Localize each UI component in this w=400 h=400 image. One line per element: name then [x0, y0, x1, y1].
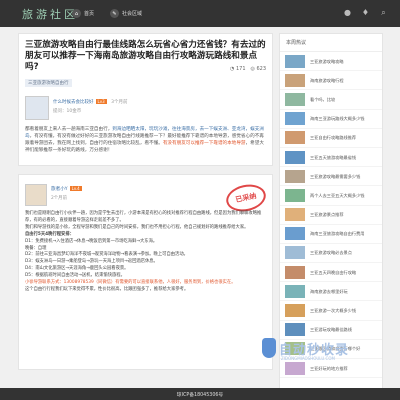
thumbnail-image: [285, 131, 305, 145]
sidebar-item[interactable]: 三亚五天旅游攻略最省钱: [280, 148, 382, 168]
asker-time: 3个月前: [111, 100, 128, 105]
sidebar-item-label: 海南旅游攻略行程: [310, 77, 344, 83]
main-column: 三亚旅游攻略自由行最佳线路怎么玩省心省力还省钱？有去过的朋友可以推荐一下海南岛旅…: [18, 33, 273, 370]
answer-card: 旅者小Y Lv.4 2个月前 已采纳 我们也是刚刚自由行小伙伴一趟，因为是学生去出…: [18, 174, 273, 370]
watermark-subtext: ZIDONGMIAOSHOULU.COM: [281, 356, 335, 361]
nav-community[interactable]: ✎ 社会区域: [110, 9, 142, 18]
bell-icon[interactable]: ♦: [361, 8, 370, 17]
answer-paragraph: 我们和导游找的是小徐，全程导游和我们是自己的时间安排，我们也不用担心行程，他自己…: [25, 224, 249, 230]
answer-time: 2个月前: [51, 196, 67, 201]
sidebar-item-label: 海南旅游去哪里好玩: [310, 288, 348, 294]
answer-paragraph: 小徐导游联系方式：13008978539（同微信）有需要的可以直接联系他，人很好…: [25, 280, 236, 286]
thumbnail-image: [285, 361, 305, 375]
avatar[interactable]: [25, 184, 47, 206]
sidebar-item-label: 三亚旅游攻略攻略: [310, 58, 344, 64]
watermark-logo-icon: [262, 338, 276, 358]
nav-home-label: 首页: [84, 11, 95, 17]
sidebar-item-label: 三亚旅游一次大概多少钱: [310, 308, 357, 314]
answer-paragraph: 自由行5天4晚行程安排：: [25, 231, 74, 237]
sidebar-item[interactable]: 三亚旅游景点推荐: [280, 206, 382, 225]
sidebar-item-label: 三亚旅游攻略必去景点: [310, 250, 352, 256]
watermark-text: 自动秒收录: [279, 342, 350, 358]
likes-count: ◎ 623: [250, 66, 267, 72]
thumbnail-image: [285, 265, 305, 279]
sidebar-item[interactable]: 三亚旅游攻略必去景点: [280, 244, 382, 264]
thumbnail-image: [285, 54, 305, 68]
sidebar-item[interactable]: 三亚旅游攻略最需要多少钱: [280, 167, 382, 187]
sidebar-list: 三亚旅游攻略攻略 海南旅游攻略行程 看个吗，比较海南三亚游玩路线大概多少钱 三亚自由行…: [280, 52, 382, 379]
sidebar-item[interactable]: 看个吗，比较: [280, 90, 382, 110]
answer-paragraph: D1：免费接机→入住酒店→休息→晚饭后到第一市场吃海鲜→大东海。: [25, 238, 158, 244]
thumbnail-image: [285, 304, 305, 318]
footer[interactable]: 琼ICP备18045306号: [0, 388, 400, 400]
sidebar-item[interactable]: 三亚自由行攻略路线推荐: [280, 129, 382, 148]
sidebar-item[interactable]: 三亚五天四晚自由行攻略: [280, 263, 382, 283]
top-navbar: 旅游社区 ⌂ 首页 ✎ 社会区域 ● ♦ ⌕: [0, 0, 400, 27]
sidebar-item-label: 海南三亚旅游攻略自由行费用: [310, 231, 365, 237]
nav-home[interactable]: ⌂ 首页: [72, 9, 94, 18]
thumbnail-image: [285, 169, 305, 183]
question-tag[interactable]: 三亚旅游攻略自由行: [25, 79, 72, 87]
sidebar-item-label: 三亚游玩攻略最佳路线: [310, 327, 352, 333]
sidebar-item-label: 三亚旅游攻略最需要多少钱: [310, 173, 361, 179]
thumbnail-image: [285, 112, 305, 126]
answer-paragraph: 这个自由行行程我们玩下来觉得不累，性价比很高，比跟团强多了，推荐给大家参考。: [25, 286, 189, 292]
asker-info: 什么时候去会比较好 Lv3 3个月前 提问：10金币: [25, 95, 266, 121]
thumbnail-image: [285, 150, 305, 164]
sidebar-item-label: 三亚自由行攻略路线推荐: [310, 135, 357, 141]
sidebar-item[interactable]: 海南旅游去哪里好玩: [280, 282, 382, 302]
views-count: ◔ 171: [230, 66, 246, 72]
asker-name[interactable]: 什么时候去会比较好 Lv3 3个月前: [53, 99, 127, 105]
search-icon[interactable]: ⌕: [379, 8, 388, 17]
sidebar-item-label: 两个人去三亚五天大概多少钱: [310, 192, 365, 198]
avatar[interactable]: [25, 96, 49, 120]
answer-body: 我们也是刚刚自由行小伙伴一趟，因为是学生去出行，小游本来是有担心的找对推荐行程自…: [25, 211, 268, 294]
thumbnail-image: [285, 227, 305, 241]
question-card: 三亚旅游攻略自由行最佳线路怎么玩省心省力还省钱？有去过的朋友可以推荐一下海南岛旅…: [18, 33, 273, 166]
level-badge: Lv3: [95, 99, 107, 104]
sidebar-item[interactable]: 三亚旅游攻略攻略: [280, 52, 382, 72]
answer-paragraph: 我们也是刚刚自由行小伙伴一趟，因为是学生去出行，小游本来是有担心的找对推荐行程自…: [25, 211, 262, 223]
sidebar-title: 本周热议: [280, 34, 382, 52]
site-logo[interactable]: 旅游社区: [22, 6, 78, 22]
sidebar-item-label: 海南三亚游玩路线大概多少钱: [310, 116, 365, 122]
asker-reward: 提问：10金币: [53, 109, 82, 114]
comment-icon: ✎: [110, 9, 119, 18]
thumbnail-image: [285, 92, 305, 106]
sidebar-item-label: 三亚旅游景点推荐: [310, 212, 344, 218]
thumbnail-image: [285, 284, 305, 298]
sidebar-item-label: 三亚五天旅游攻略最省钱: [310, 154, 357, 160]
sidebar-item-label: 三亚好玩的地方推荐: [310, 365, 348, 371]
user-icon[interactable]: ●: [343, 8, 352, 17]
nav-community-label: 社会区域: [122, 11, 143, 17]
question-meta: ◔ 171 ◎ 623: [230, 66, 266, 72]
home-icon: ⌂: [72, 9, 81, 18]
sidebar-item[interactable]: 海南三亚旅游攻略自由行费用: [280, 225, 382, 244]
sidebar-item-label: 看个吗，比较: [310, 96, 336, 102]
thumbnail-image: [285, 208, 305, 222]
thumbnail-image: [285, 188, 305, 202]
thumbnail-image: [285, 246, 305, 260]
answer-user[interactable]: 旅者小Y Lv.4: [51, 186, 82, 192]
level-badge: Lv.4: [69, 186, 82, 191]
question-text: 都看着朋友上来人去一趟海南三亚自由行，到海边晒晒太阳，玩玩沙滩，往往海景房，去一…: [25, 127, 264, 153]
sidebar-item[interactable]: 海南三亚游玩路线大概多少钱: [280, 110, 382, 129]
thumbnail-image: [285, 73, 305, 87]
watermark: 自动秒收录 ZIDONGMIAOSHOULU.COM: [262, 333, 378, 363]
sidebar-item[interactable]: 三亚旅游一次大概多少钱: [280, 301, 382, 321]
sidebar-item[interactable]: 两个人去三亚五天大概多少钱: [280, 186, 382, 206]
header-icons: ● ♦ ⌕: [343, 8, 388, 17]
sidebar-item[interactable]: 海南旅游攻略行程: [280, 71, 382, 91]
sidebar-item-label: 三亚五天四晚自由行攻略: [310, 269, 357, 275]
